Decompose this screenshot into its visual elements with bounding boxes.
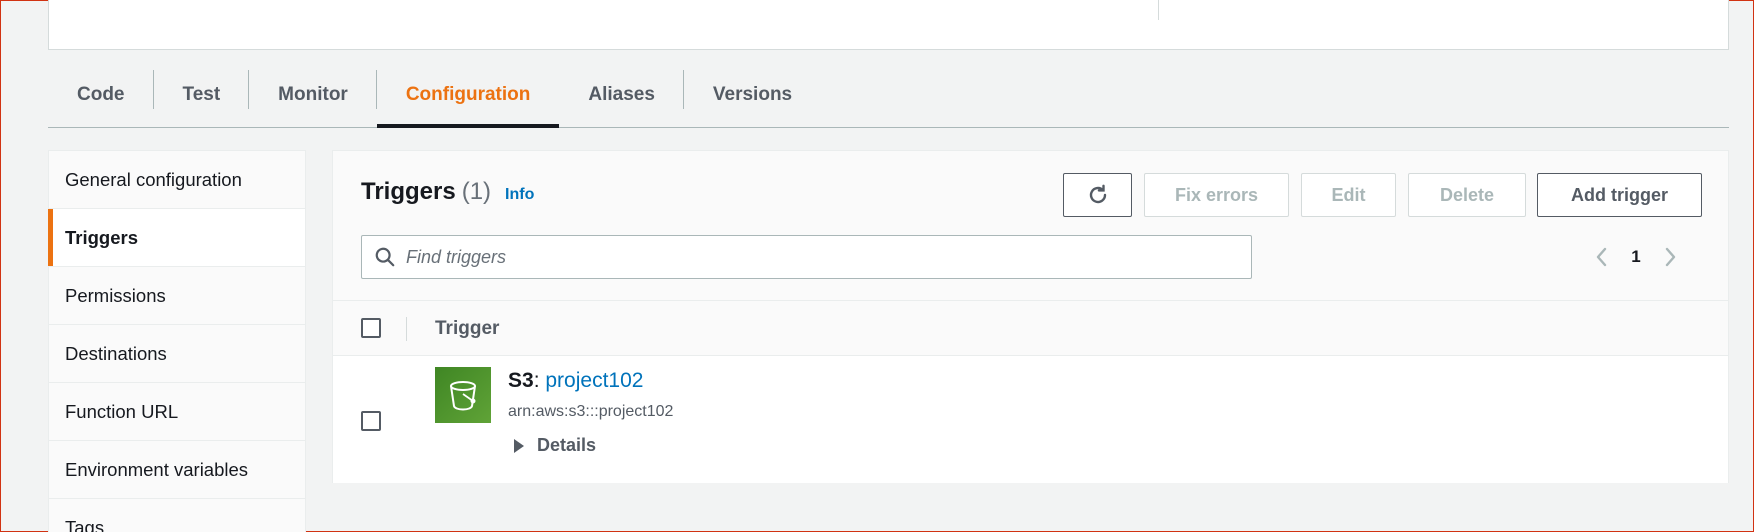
- edit-button[interactable]: Edit: [1301, 173, 1396, 217]
- sidebar-item-general-configuration[interactable]: General configuration: [49, 151, 305, 209]
- refresh-icon: [1089, 184, 1106, 204]
- table-header: Trigger: [333, 300, 1728, 356]
- configuration-sidebar: General configuration Triggers Permissio…: [48, 150, 306, 532]
- tab-label: Monitor: [278, 84, 348, 105]
- s3-bucket-icon: [435, 367, 491, 423]
- trigger-separator: :: [533, 369, 540, 392]
- column-separator: [406, 317, 407, 341]
- trigger-resource-link[interactable]: project102: [545, 369, 643, 392]
- function-tabs: Code Test Monitor Configuration Aliases …: [48, 63, 1729, 128]
- sidebar-item-label: Triggers: [65, 226, 138, 248]
- fix-errors-button[interactable]: Fix errors: [1144, 173, 1289, 217]
- trigger-count: (1): [461, 178, 492, 205]
- search-input[interactable]: Find triggers: [361, 235, 1252, 279]
- info-link[interactable]: Info: [505, 186, 534, 204]
- panel-header: Triggers (1) Info: [361, 178, 534, 206]
- tab-code[interactable]: Code: [48, 63, 154, 127]
- trigger-arn: arn:aws:s3:::project102: [508, 403, 674, 420]
- search-icon: [375, 247, 395, 267]
- card-divider: [1158, 0, 1159, 20]
- tab-aliases[interactable]: Aliases: [559, 63, 684, 127]
- chevron-right-icon[interactable]: [1662, 245, 1678, 269]
- caret-right-icon: [514, 438, 524, 453]
- column-header-trigger: Trigger: [435, 318, 500, 339]
- sidebar-item-function-url[interactable]: Function URL: [49, 383, 305, 441]
- tab-label: Code: [77, 84, 125, 105]
- pagination: 1: [1594, 239, 1678, 275]
- previous-section-card: [48, 0, 1729, 50]
- active-tab-indicator: [376, 124, 560, 128]
- sidebar-item-permissions[interactable]: Permissions: [49, 267, 305, 325]
- select-all-checkbox[interactable]: [361, 318, 381, 338]
- tab-test[interactable]: Test: [154, 63, 250, 127]
- triggers-panel: Triggers (1) Info Fix errors Edit Delete…: [332, 150, 1729, 483]
- sidebar-item-label: Environment variables: [65, 458, 249, 480]
- sidebar-item-environment-variables[interactable]: Environment variables: [49, 441, 305, 499]
- tab-label: Versions: [712, 84, 793, 105]
- button-label: Fix errors: [1174, 184, 1259, 205]
- tab-label: Aliases: [588, 84, 655, 105]
- page-number[interactable]: 1: [1626, 247, 1646, 267]
- trigger-service: S3: [508, 369, 534, 392]
- tab-monitor[interactable]: Monitor: [249, 63, 377, 127]
- sidebar-item-label: Destinations: [65, 342, 167, 364]
- add-trigger-button[interactable]: Add trigger: [1537, 173, 1702, 217]
- details-label: Details: [537, 435, 597, 455]
- button-label: Add trigger: [1571, 184, 1668, 205]
- tab-versions[interactable]: Versions: [684, 63, 821, 127]
- sidebar-item-label: Function URL: [65, 400, 179, 422]
- chevron-left-icon[interactable]: [1594, 245, 1610, 269]
- tab-label: Configuration: [405, 84, 531, 105]
- sidebar-item-destinations[interactable]: Destinations: [49, 325, 305, 383]
- search-placeholder: Find triggers: [406, 246, 507, 267]
- button-label: Edit: [1331, 184, 1366, 205]
- sidebar-item-tags[interactable]: Tags: [49, 499, 305, 532]
- delete-button[interactable]: Delete: [1408, 173, 1526, 217]
- refresh-button[interactable]: [1063, 173, 1132, 217]
- tab-configuration[interactable]: Configuration: [376, 63, 560, 128]
- sidebar-item-label: General configuration: [65, 168, 242, 190]
- sidebar-item-label: Permissions: [65, 284, 166, 306]
- sidebar-item-label: Tags: [65, 516, 105, 532]
- sidebar-item-triggers[interactable]: Triggers: [48, 209, 305, 267]
- trigger-title: S3: project102: [508, 369, 643, 393]
- tab-label: Test: [182, 84, 221, 105]
- button-label: Delete: [1439, 184, 1495, 205]
- panel-title: Triggers: [361, 178, 456, 205]
- details-expander[interactable]: Details: [513, 435, 596, 456]
- row-checkbox[interactable]: [361, 411, 381, 431]
